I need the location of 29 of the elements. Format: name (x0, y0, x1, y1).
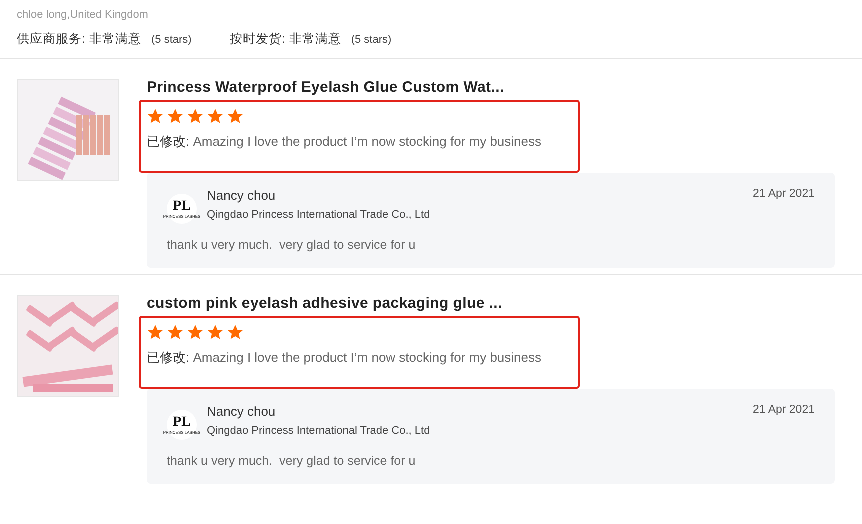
rating-label: 按时发货: (230, 31, 286, 48)
reply-text: thank u very much. very glad to service for u (167, 454, 417, 468)
product-title[interactable]: custom pink eyelash adhesive packaging glue ... (147, 295, 845, 312)
reply-text: thank u very much. very glad to service for u (167, 238, 417, 252)
star-icon (187, 324, 204, 341)
rating-label: 供应商服务: (17, 31, 86, 48)
star-icon (147, 324, 164, 341)
star-icon (207, 108, 224, 125)
seller-name: Nancy chou (207, 188, 277, 203)
review-text: 已修改: Amazing I love the product I’m now stocking for my business (147, 133, 542, 151)
buyer-name: chloe long,United Kingdom (17, 9, 150, 21)
rating-value: 非常满意 (289, 31, 342, 48)
rating-stars-text: (5 stars) (151, 34, 192, 46)
reply-date: 21 Apr 2021 (752, 404, 815, 416)
star-icon (147, 108, 164, 125)
seller-name: Nancy chou (207, 404, 277, 419)
company-name: Qingdao Princess International Trade Co., Ltd (207, 209, 432, 221)
company-name: Qingdao Princess International Trade Co., Ltd (207, 425, 432, 437)
star-icon (167, 108, 184, 125)
star-icon (187, 108, 204, 125)
product-title[interactable]: Princess Waterproof Eyelash Glue Custom Wat... (147, 79, 845, 96)
star-icon (207, 324, 224, 341)
star-icon (167, 324, 184, 341)
review-text: 已修改: Amazing I love the product I’m now stocking for my business (147, 349, 542, 367)
rating-value: 非常满意 (89, 31, 142, 48)
rating-stars-text: (5 stars) (351, 34, 392, 46)
star-icon (227, 108, 244, 125)
star-icon (227, 324, 244, 341)
reply-date: 21 Apr 2021 (752, 188, 815, 200)
